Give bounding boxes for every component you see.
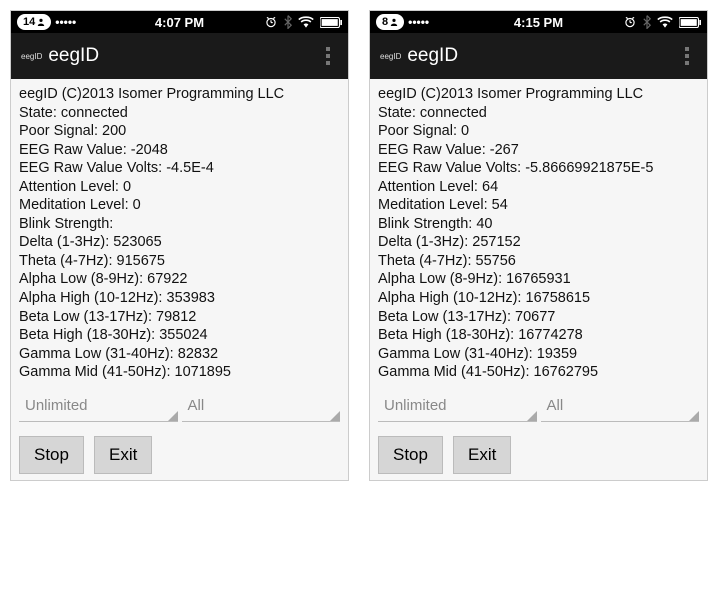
app-bar: eegID eegID: [370, 33, 707, 79]
meditation-label: Meditation Level:: [378, 197, 488, 213]
spinner-filter[interactable]: All: [541, 390, 700, 422]
poor-signal-label: Poor Signal:: [19, 123, 98, 139]
phone-screen-2: 8 ••••• 4:15 PM eegID eegID eegID (C)201…: [369, 10, 708, 481]
blink-label: Blink Strength:: [19, 216, 113, 232]
person-icon: [37, 18, 45, 26]
poor-signal-value: 0: [461, 123, 469, 139]
notification-badge: 14: [17, 14, 51, 30]
beta-low-value: 79812: [156, 309, 196, 325]
battery-icon: [679, 17, 701, 28]
raw-label: EEG Raw Value:: [19, 142, 127, 158]
meditation-value: 0: [133, 197, 141, 213]
beta-low-label: Beta Low (13-17Hz):: [378, 309, 511, 325]
phone-screen-1: 14 ••••• 4:07 PM eegID eegID eegID (C)20…: [10, 10, 349, 481]
poor-signal-label: Poor Signal:: [378, 123, 457, 139]
gamma-low-value: 19359: [537, 346, 577, 362]
meditation-value: 54: [492, 197, 508, 213]
app-bar: eegID eegID: [11, 33, 348, 79]
alpha-low-label: Alpha Low (8-9Hz):: [19, 271, 143, 287]
attention-value: 64: [482, 179, 498, 195]
gamma-mid-label: Gamma Mid (41-50Hz):: [378, 364, 529, 380]
raw-volts-value: -5.86669921875E-5: [525, 160, 653, 176]
state-label: State:: [19, 105, 57, 121]
beta-high-value: 16774278: [518, 327, 583, 343]
meditation-label: Meditation Level:: [19, 197, 129, 213]
bluetooth-icon: [284, 15, 292, 29]
copyright-text: eegID (C)2013 Isomer Programming LLC: [19, 85, 340, 104]
dots-icon: •••••: [408, 15, 429, 29]
app-title: eegID: [48, 45, 99, 67]
gamma-low-label: Gamma Low (31-40Hz):: [378, 346, 533, 362]
alpha-high-label: Alpha High (10-12Hz):: [378, 290, 521, 306]
attention-label: Attention Level:: [378, 179, 478, 195]
raw-label: EEG Raw Value:: [378, 142, 486, 158]
notification-badge: 8: [376, 14, 404, 30]
alpha-high-label: Alpha High (10-12Hz):: [19, 290, 162, 306]
stop-button[interactable]: Stop: [19, 436, 84, 474]
content-area: eegID (C)2013 Isomer Programming LLC Sta…: [11, 79, 348, 480]
exit-button[interactable]: Exit: [453, 436, 511, 474]
spinner-duration[interactable]: Unlimited: [19, 390, 178, 422]
overflow-menu-button[interactable]: [318, 39, 338, 73]
app-logo: eegID: [380, 52, 401, 61]
content-area: eegID (C)2013 Isomer Programming LLC Sta…: [370, 79, 707, 480]
delta-label: Delta (1-3Hz):: [378, 234, 468, 250]
exit-button[interactable]: Exit: [94, 436, 152, 474]
raw-value: -267: [490, 142, 519, 158]
theta-value: 915675: [117, 253, 165, 269]
gamma-mid-label: Gamma Mid (41-50Hz):: [19, 364, 170, 380]
status-bar: 8 ••••• 4:15 PM: [370, 11, 707, 33]
stop-button[interactable]: Stop: [378, 436, 443, 474]
beta-low-value: 70677: [515, 309, 555, 325]
state-value: connected: [61, 105, 128, 121]
spinner-duration[interactable]: Unlimited: [378, 390, 537, 422]
attention-label: Attention Level:: [19, 179, 119, 195]
wifi-icon: [298, 16, 314, 28]
app-logo: eegID: [21, 52, 42, 61]
alpha-low-value: 16765931: [506, 271, 571, 287]
battery-icon: [320, 17, 342, 28]
raw-volts-label: EEG Raw Value Volts:: [378, 160, 521, 176]
state-value: connected: [420, 105, 487, 121]
copyright-text: eegID (C)2013 Isomer Programming LLC: [378, 85, 699, 104]
status-bar: 14 ••••• 4:07 PM: [11, 11, 348, 33]
wifi-icon: [657, 16, 673, 28]
gamma-low-value: 82832: [178, 346, 218, 362]
bluetooth-icon: [643, 15, 651, 29]
clock: 4:15 PM: [514, 15, 563, 30]
delta-label: Delta (1-3Hz):: [19, 234, 109, 250]
alpha-high-value: 16758615: [526, 290, 591, 306]
beta-high-value: 355024: [159, 327, 207, 343]
theta-label: Theta (4-7Hz):: [19, 253, 112, 269]
person-icon: [390, 18, 398, 26]
alpha-high-value: 353983: [167, 290, 215, 306]
overflow-menu-button[interactable]: [677, 39, 697, 73]
raw-volts-value: -4.5E-4: [166, 160, 214, 176]
theta-label: Theta (4-7Hz):: [378, 253, 471, 269]
delta-value: 257152: [472, 234, 520, 250]
alpha-low-label: Alpha Low (8-9Hz):: [378, 271, 502, 287]
delta-value: 523065: [113, 234, 161, 250]
theta-value: 55756: [476, 253, 516, 269]
clock: 4:07 PM: [155, 15, 204, 30]
alarm-icon: [264, 15, 278, 29]
raw-value: -2048: [131, 142, 168, 158]
gamma-mid-value: 16762795: [534, 364, 599, 380]
app-title: eegID: [407, 45, 458, 67]
attention-value: 0: [123, 179, 131, 195]
beta-low-label: Beta Low (13-17Hz):: [19, 309, 152, 325]
state-label: State:: [378, 105, 416, 121]
alarm-icon: [623, 15, 637, 29]
poor-signal-value: 200: [102, 123, 126, 139]
alpha-low-value: 67922: [147, 271, 187, 287]
raw-volts-label: EEG Raw Value Volts:: [19, 160, 162, 176]
blink-value: 40: [476, 216, 492, 232]
spinner-filter[interactable]: All: [182, 390, 341, 422]
gamma-mid-value: 1071895: [175, 364, 231, 380]
beta-high-label: Beta High (18-30Hz):: [378, 327, 514, 343]
beta-high-label: Beta High (18-30Hz):: [19, 327, 155, 343]
gamma-low-label: Gamma Low (31-40Hz):: [19, 346, 174, 362]
blink-label: Blink Strength:: [378, 216, 472, 232]
dots-icon: •••••: [55, 15, 76, 29]
